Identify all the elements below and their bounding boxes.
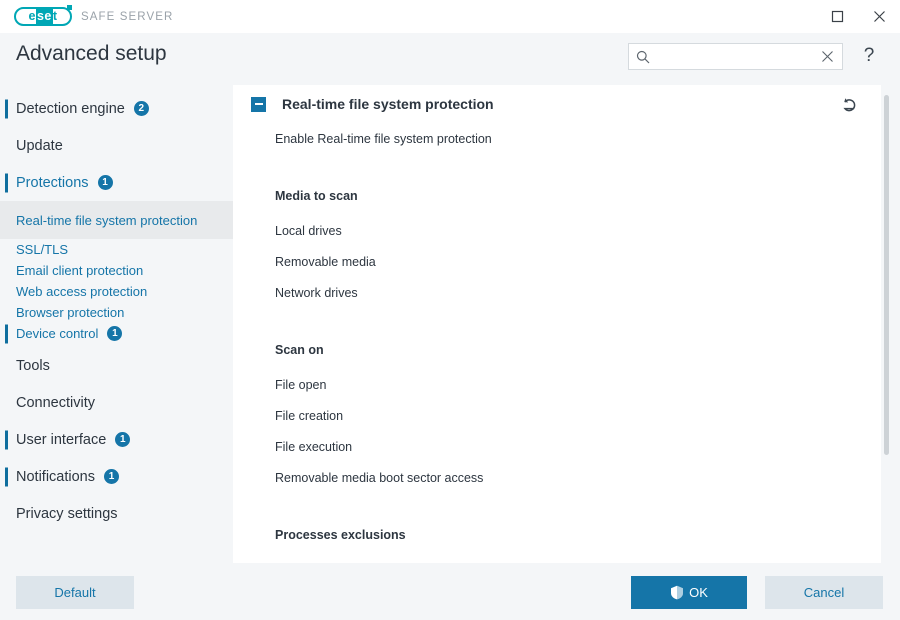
setting-label: File open — [275, 378, 326, 392]
setting-row-local-drives: Local drives i — [233, 215, 881, 246]
page-title: Advanced setup — [16, 42, 167, 66]
setting-row-removable-media-boot-sector-access: Removable media boot sector access i — [233, 462, 881, 493]
minus-square-icon[interactable] — [251, 97, 266, 112]
sidebar-item-label: Tools — [16, 358, 50, 374]
dialog-footer: Default OK Cancel — [0, 565, 900, 620]
brand-logo: eset SAFE SERVER — [14, 7, 173, 26]
maximize-icon — [831, 10, 844, 23]
sidebar-item-label: Privacy settings — [16, 506, 118, 522]
sidebar-item-browser-protection[interactable]: Browser protection — [0, 302, 233, 323]
sidebar-item-update[interactable]: Update — [0, 127, 233, 164]
sidebar-item-real-time-file-system-protection[interactable]: Real-time file system protection — [0, 201, 233, 239]
sidebar-item-label: Detection engine — [16, 101, 125, 117]
ok-button[interactable]: OK — [631, 576, 747, 609]
eset-logo-tick — [67, 5, 72, 10]
panel-title: Real-time file system protection — [282, 96, 494, 112]
setting-row-file-creation: File creation i — [233, 400, 881, 431]
sidebar-item-label: Web access protection — [16, 284, 147, 299]
sidebar-item-device-control[interactable]: Device control 1 — [0, 323, 233, 344]
setting-label: Network drives — [275, 286, 358, 300]
active-accent-bar — [5, 324, 8, 343]
window-controls — [816, 0, 900, 33]
sidebar-item-email-client-protection[interactable]: Email client protection — [0, 260, 233, 281]
setting-label: Removable media boot sector access — [275, 471, 483, 485]
advanced-setup-window: eset SAFE SERVER Advanced setup — [0, 0, 900, 620]
sidebar-item-privacy-settings[interactable]: Privacy settings — [0, 495, 233, 532]
active-accent-bar — [5, 99, 8, 118]
title-bar: eset SAFE SERVER — [0, 0, 900, 33]
setting-row-network-drives: Network drives i — [233, 277, 881, 308]
sidebar-item-label: Connectivity — [16, 395, 95, 411]
scrollbar-thumb[interactable] — [884, 95, 889, 455]
setting-label: File execution — [275, 440, 352, 454]
eset-logo-text: eset — [28, 10, 57, 23]
panel-scrollbar[interactable] — [881, 85, 893, 563]
eset-logo-icon: eset — [14, 7, 72, 26]
sidebar-item-ssl-tls[interactable]: SSL/TLS — [0, 239, 233, 260]
search-input[interactable] — [650, 44, 821, 69]
sidebar-item-label: SSL/TLS — [16, 242, 68, 257]
sidebar-item-label: Protections — [16, 175, 89, 191]
product-name: SAFE SERVER — [81, 11, 173, 23]
sidebar-item-user-interface[interactable]: User interface 1 — [0, 421, 233, 458]
status-badge: 2 — [134, 101, 149, 116]
close-icon — [821, 50, 834, 63]
sidebar-item-label: User interface — [16, 432, 106, 448]
sidebar-item-notifications[interactable]: Notifications 1 — [0, 458, 233, 495]
sidebar-item-label: Real-time file system protection — [16, 213, 197, 228]
default-button[interactable]: Default — [16, 576, 134, 609]
search-clear-button[interactable] — [821, 50, 834, 63]
undo-arrow-icon[interactable] — [839, 94, 859, 114]
cancel-button[interactable]: Cancel — [765, 576, 883, 609]
sidebar-item-tools[interactable]: Tools — [0, 347, 233, 384]
section-title-media-to-scan: Media to scan — [233, 183, 881, 209]
shield-icon — [670, 585, 684, 600]
help-button[interactable]: ? — [858, 44, 880, 68]
sidebar-item-protections[interactable]: Protections 1 — [0, 164, 233, 201]
ok-button-label: OK — [689, 585, 708, 600]
status-badge: 1 — [104, 469, 119, 484]
section-title-processes-exclusions: Processes exclusions — [233, 522, 881, 548]
sidebar-item-label: Update — [16, 138, 63, 154]
active-accent-bar — [5, 467, 8, 486]
sidebar-item-web-access-protection[interactable]: Web access protection — [0, 281, 233, 302]
search-box[interactable] — [628, 43, 843, 70]
sidebar-item-detection-engine[interactable]: Detection engine 2 — [0, 90, 233, 127]
page-header: Advanced setup ? — [0, 33, 900, 82]
search-icon — [636, 50, 650, 64]
sidebar-item-label: Device control — [16, 326, 98, 341]
status-badge: 1 — [107, 326, 122, 341]
setting-row-removable-media: Removable media i — [233, 246, 881, 277]
setting-row-enable-realtime: Enable Real-time file system protection … — [233, 123, 881, 154]
settings-panel: Real-time file system protection Enable … — [233, 85, 881, 563]
setting-label: File creation — [275, 409, 343, 423]
setting-row-file-open: File open i — [233, 369, 881, 400]
setting-label: Local drives — [275, 224, 342, 238]
close-icon — [872, 9, 887, 24]
status-badge: 1 — [115, 432, 130, 447]
section-title-scan-on: Scan on — [233, 337, 881, 363]
status-badge: 1 — [98, 175, 113, 190]
sidebar-item-label: Browser protection — [16, 305, 124, 320]
panel-body: Enable Real-time file system protection … — [233, 123, 881, 548]
sidebar: Detection engine 2 Update Protections 1 … — [0, 82, 233, 565]
panel-header: Real-time file system protection — [233, 85, 881, 123]
sidebar-item-label: Notifications — [16, 469, 95, 485]
sidebar-item-label: Email client protection — [16, 263, 143, 278]
setting-label: Removable media — [275, 255, 376, 269]
sidebar-item-connectivity[interactable]: Connectivity — [0, 384, 233, 421]
setting-row-file-execution: File execution i — [233, 431, 881, 462]
active-accent-bar — [5, 173, 8, 192]
active-accent-bar — [5, 430, 8, 449]
setting-label: Enable Real-time file system protection — [275, 132, 492, 146]
maximize-button[interactable] — [816, 0, 858, 33]
close-button[interactable] — [858, 0, 900, 33]
